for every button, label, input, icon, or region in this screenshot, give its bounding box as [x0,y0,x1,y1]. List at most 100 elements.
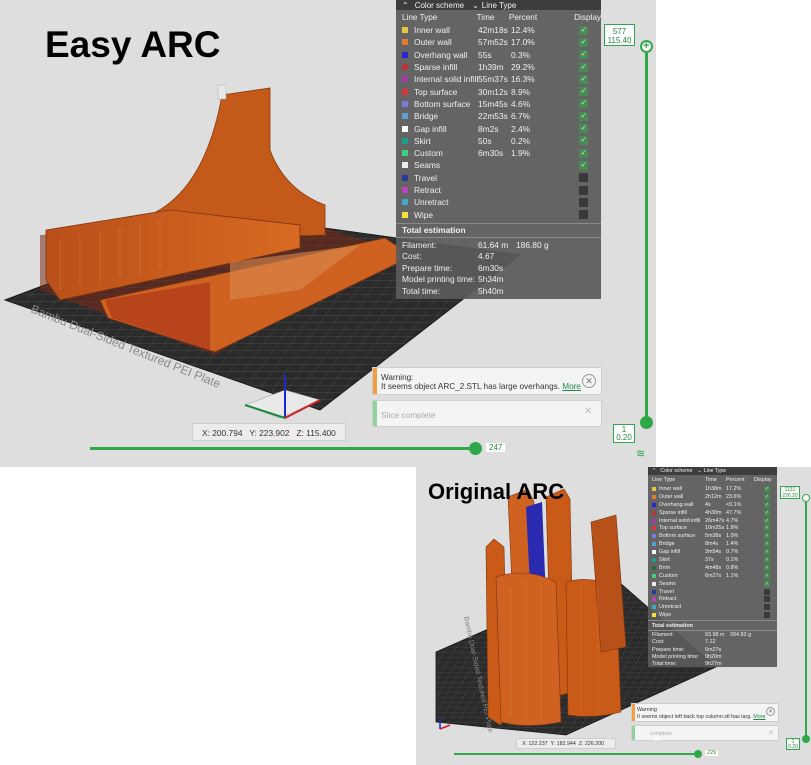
cost-row: Cost: 4.67 [402,251,495,262]
display-toggle-checkbox[interactable] [579,25,588,35]
move-slider-track[interactable] [454,753,696,755]
layer-slider-track[interactable] [805,502,807,737]
line-color-swatch [402,199,408,206]
legend-row: Wipe [396,208,601,220]
color-scheme-selector[interactable]: ⌃ Color scheme ⌄ Line Type [396,0,601,10]
close-icon[interactable]: ✕ [584,406,592,417]
display-toggle-checkbox[interactable] [764,485,770,492]
arc-column [495,572,562,726]
display-toggle-checkbox[interactable] [764,549,770,556]
display-toggle-checkbox[interactable] [764,612,770,619]
line-color-swatch [402,88,408,95]
display-toggle-checkbox[interactable] [579,148,588,158]
line-type-name: Skirt [414,135,431,146]
line-time: 50s [478,135,492,146]
display-toggle-checkbox[interactable] [579,99,588,109]
layer-slider-bottom-handle[interactable] [802,735,810,743]
display-toggle-checkbox[interactable] [579,124,588,134]
layer-bottom-label: 1 0.20 [786,738,800,750]
layers-icon[interactable]: ≋ [636,447,645,460]
line-color-swatch [652,597,656,602]
display-toggle-checkbox[interactable] [764,493,770,500]
layer-slider-top-handle[interactable] [802,494,810,502]
line-type-name: Outer wall [659,493,684,500]
display-toggle-checkbox[interactable] [579,185,588,195]
line-time: 6m27s [705,572,722,579]
display-toggle-checkbox[interactable] [764,588,770,595]
total-estimation-heading: Total estimation [402,225,466,236]
page-title: Original ARC [428,479,565,504]
cursor-coordinates: X: 122.237 Y: 182.944 Z: 226.200 [516,738,616,749]
display-toggle-checkbox[interactable] [579,197,588,207]
line-time: 42m18s [478,25,508,36]
legend-row: Skirt 50s 0.2% [396,135,601,147]
overhang-warning-notification: Warning It seems object left back top co… [631,703,779,722]
display-toggle-checkbox[interactable] [579,111,588,121]
display-toggle-checkbox[interactable] [764,580,770,587]
line-color-swatch [652,605,656,610]
line-time: 10m25s [705,525,725,532]
display-toggle-checkbox[interactable] [764,564,770,571]
close-icon[interactable]: ✕ [766,707,775,716]
move-slider-handle[interactable] [694,750,702,758]
move-slider-handle[interactable] [469,442,482,455]
display-toggle-checkbox[interactable] [579,160,588,170]
display-toggle-checkbox[interactable] [579,74,588,84]
display-toggle-checkbox[interactable] [764,572,770,579]
display-toggle-checkbox[interactable] [764,556,770,563]
display-toggle-checkbox[interactable] [764,517,770,524]
line-color-swatch [402,39,408,46]
display-toggle-checkbox[interactable] [764,533,770,540]
line-time: 57m52s [478,37,508,48]
display-toggle-checkbox[interactable] [764,596,770,603]
legend-row: Unretract [648,603,777,611]
display-toggle-checkbox[interactable] [764,525,770,532]
line-type-name: Seams [414,160,441,171]
line-type-name: Retract [414,185,441,195]
display-toggle-checkbox[interactable] [579,50,588,60]
line-color-swatch [652,550,656,555]
close-icon[interactable]: ✕ [768,729,774,737]
line-color-swatch [402,162,408,169]
warning-text: It seems object ARC_2.STL has large over… [381,382,561,391]
line-type-name: Seams [659,580,676,587]
warning-more-link[interactable]: More [562,382,581,391]
line-percent: <0.1% [726,501,742,508]
line-percent: 23.6% [726,493,742,500]
collapse-icon[interactable]: ⌃ [652,468,656,474]
line-type-legend: ⌃ Color scheme ⌄ Line Type Line Type Tim… [396,0,601,299]
display-toggle-checkbox[interactable] [579,136,588,146]
line-percent: 0.1% [726,556,739,563]
display-toggle-checkbox[interactable] [579,173,588,183]
color-scheme-selector[interactable]: ⌃ Color scheme ⌄ Line Type [648,467,777,475]
display-toggle-checkbox[interactable] [764,501,770,508]
line-percent: 0.8% [726,564,739,571]
display-toggle-checkbox[interactable] [579,87,588,97]
layer-top-label: 1131 226.20 [780,486,800,499]
total-time-row: Total time: 9h27m [652,660,722,667]
display-toggle-checkbox[interactable] [764,604,770,611]
line-color-swatch [652,534,656,539]
layer-slider-bottom-handle[interactable] [640,416,653,429]
display-toggle-checkbox[interactable] [579,37,588,47]
slice-complete-notification: Slice complete ✕ [372,400,602,427]
warning-text: It seems object left back top column.stl… [637,714,752,720]
line-color-swatch [652,557,656,562]
col-line-type: Line Type [402,12,438,22]
display-toggle-checkbox[interactable] [579,62,588,72]
close-icon[interactable]: ✕ [582,374,596,388]
line-type-name: Custom [414,148,443,159]
legend-row: Custom 6m27s 1.1% [648,572,777,580]
col-time: Time [476,12,495,22]
display-toggle-checkbox[interactable] [579,210,588,220]
line-color-swatch [652,526,656,531]
line-percent: 1.9% [511,148,531,159]
layer-slider-track[interactable] [645,53,648,418]
legend-row: Top surface 10m25s 1.8% [648,524,777,532]
display-toggle-checkbox[interactable] [764,509,770,516]
warning-more-link[interactable]: More [753,714,765,720]
line-color-swatch [402,113,408,120]
collapse-icon[interactable]: ⌃ [402,1,409,10]
display-toggle-checkbox[interactable] [764,541,770,548]
move-slider-track[interactable] [90,447,476,450]
